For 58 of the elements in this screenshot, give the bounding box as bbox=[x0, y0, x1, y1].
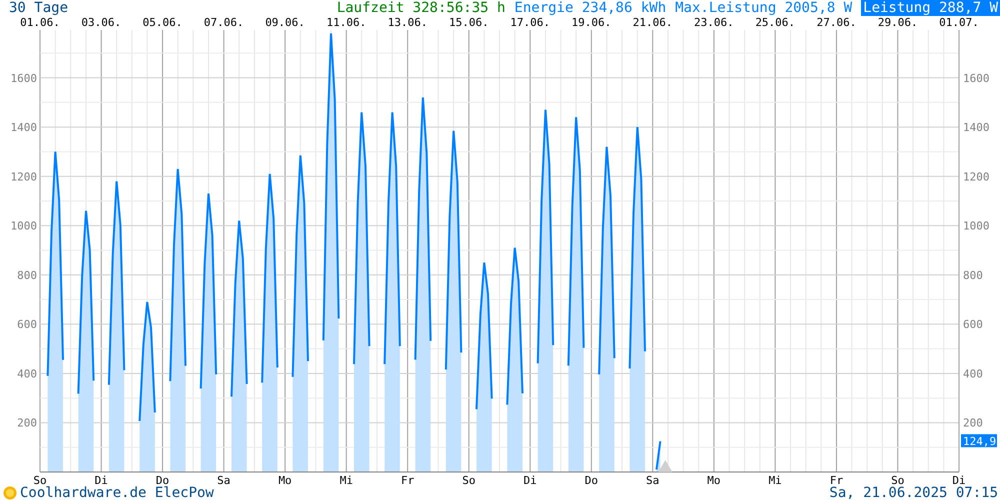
y-axis-label: 1400 bbox=[10, 121, 37, 134]
date-label: 05.06. bbox=[142, 16, 182, 29]
date-label: 03.06. bbox=[81, 16, 122, 29]
date-label: 01.07. bbox=[939, 16, 979, 29]
y-axis-label: 1000 bbox=[10, 220, 37, 233]
y-axis-label: 1200 bbox=[10, 170, 37, 184]
weekday-label: So bbox=[462, 474, 476, 486]
weekday-label: Mo bbox=[278, 474, 292, 486]
date-label: 15.06. bbox=[449, 16, 489, 29]
date-label: 25.06. bbox=[755, 16, 796, 29]
weekday-label: Fr bbox=[830, 474, 844, 486]
timestamp: Sa, 21.06.2025 07:15 bbox=[829, 486, 998, 500]
weekday-label: Sa bbox=[217, 474, 230, 486]
weekday-label: Do bbox=[584, 474, 598, 486]
weekday-label: Di bbox=[94, 474, 108, 486]
y-axis-label: 1000 bbox=[963, 220, 990, 233]
date-label: 23.06. bbox=[694, 16, 734, 29]
date-label: 19.06. bbox=[572, 16, 612, 29]
weekday-label: Sa bbox=[646, 474, 660, 486]
header-stat: Energie 234,86 kWh bbox=[514, 0, 666, 16]
y-axis-label: 1400 bbox=[963, 121, 990, 134]
date-label: 27.06. bbox=[816, 16, 856, 29]
date-label: 29.06. bbox=[878, 16, 918, 29]
date-label: 01.06. bbox=[20, 16, 60, 29]
y-axis-label: 1600 bbox=[963, 72, 990, 85]
weekday-label: Di bbox=[952, 474, 966, 486]
weekday-label: Mi bbox=[768, 474, 782, 486]
y-axis-label: 600 bbox=[17, 318, 37, 332]
date-label: 11.06. bbox=[326, 16, 366, 29]
y-axis-label: 200 bbox=[963, 416, 983, 430]
weekday-label: Di bbox=[524, 474, 537, 486]
header-stat: Max.Leistung 2005,8 W bbox=[675, 0, 852, 16]
sun-icon bbox=[2, 486, 18, 500]
weekday-label: Fr bbox=[400, 474, 414, 486]
y-axis-label: 800 bbox=[963, 268, 983, 282]
y-axis-label: 400 bbox=[963, 367, 983, 380]
current-power-badge: Leistung 288,7 W bbox=[861, 0, 1000, 16]
current-value-badge: 124,9 bbox=[961, 434, 997, 448]
weekday-label: Do bbox=[156, 474, 170, 486]
now-marker-icon bbox=[658, 460, 672, 472]
y-axis-label: 1200 bbox=[963, 170, 990, 184]
header-stat: Laufzeit 328:56:35 h bbox=[336, 0, 506, 16]
date-label: 13.06. bbox=[388, 16, 428, 29]
date-label: 07.06. bbox=[204, 16, 244, 29]
weekday-label: So bbox=[891, 474, 904, 486]
weekday-label: Mo bbox=[707, 474, 721, 486]
date-label: 17.06. bbox=[510, 16, 550, 29]
y-axis-label: 400 bbox=[17, 367, 37, 380]
brand-name: Coolhardware.de ElecPow bbox=[20, 486, 214, 500]
weekday-label: Mi bbox=[340, 474, 353, 486]
weekday-label: So bbox=[33, 474, 47, 486]
y-axis-label: 1600 bbox=[10, 72, 37, 85]
date-label: 21.06. bbox=[632, 16, 673, 29]
header-stat: 30 Tage bbox=[9, 0, 68, 16]
y-axis-label: 800 bbox=[17, 268, 37, 282]
date-label: 09.06. bbox=[265, 16, 305, 29]
y-axis-label: 600 bbox=[963, 318, 983, 332]
y-axis-label: 200 bbox=[17, 416, 37, 430]
